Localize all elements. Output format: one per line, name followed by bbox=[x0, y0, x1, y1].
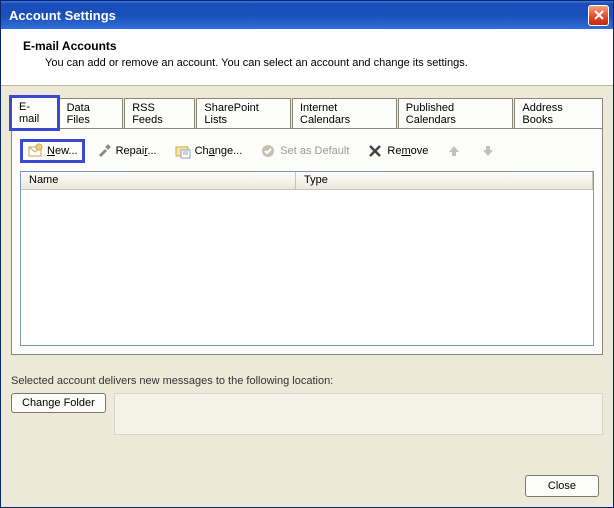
remove-label: Remove bbox=[387, 145, 428, 157]
remove-button[interactable]: Remove bbox=[360, 139, 435, 163]
tools-icon bbox=[96, 143, 112, 159]
move-down-button bbox=[473, 139, 503, 163]
column-name[interactable]: Name bbox=[21, 172, 296, 189]
header-title: E-mail Accounts bbox=[23, 39, 599, 53]
header-subtitle: You can add or remove an account. You ca… bbox=[45, 57, 599, 69]
titlebar: Account Settings bbox=[1, 1, 613, 29]
delivery-folder-box bbox=[114, 393, 603, 435]
change-label: Change... bbox=[195, 145, 243, 157]
tab-published-calendars[interactable]: Published Calendars bbox=[398, 98, 514, 129]
bottom-bar: Close bbox=[525, 475, 599, 497]
close-icon bbox=[594, 10, 604, 20]
change-button[interactable]: Change... bbox=[168, 139, 250, 163]
remove-x-icon bbox=[367, 143, 383, 159]
tab-label: Internet Calendars bbox=[300, 102, 350, 126]
tab-panel-email: New... Repair... Change... Set as Defaul… bbox=[11, 128, 603, 355]
tab-label: RSS Feeds bbox=[132, 102, 163, 126]
tab-bar: E-mail Data Files RSS Feeds SharePoint L… bbox=[1, 86, 613, 128]
tab-internet-calendars[interactable]: Internet Calendars bbox=[292, 98, 397, 129]
tab-label: E-mail bbox=[19, 101, 39, 125]
check-circle-icon bbox=[260, 143, 276, 159]
window-title: Account Settings bbox=[9, 8, 116, 23]
tab-label: SharePoint Lists bbox=[204, 102, 258, 126]
tab-label: Address Books bbox=[522, 102, 562, 126]
folder-row: Change Folder bbox=[11, 393, 603, 435]
folder-properties-icon bbox=[175, 143, 191, 159]
tab-sharepoint-lists[interactable]: SharePoint Lists bbox=[196, 98, 291, 129]
column-type[interactable]: Type bbox=[296, 172, 593, 189]
window-close-button[interactable] bbox=[588, 5, 609, 26]
close-label: Close bbox=[548, 480, 576, 492]
new-button[interactable]: New... bbox=[20, 139, 85, 163]
toolbar: New... Repair... Change... Set as Defaul… bbox=[20, 137, 594, 171]
close-button[interactable]: Close bbox=[525, 475, 599, 497]
list-header: Name Type bbox=[21, 172, 593, 190]
account-settings-window: Account Settings E-mail Accounts You can… bbox=[0, 0, 614, 508]
tab-email[interactable]: E-mail bbox=[11, 97, 58, 129]
repair-button[interactable]: Repair... bbox=[89, 139, 164, 163]
header-panel: E-mail Accounts You can add or remove an… bbox=[1, 29, 613, 86]
arrow-down-icon bbox=[480, 143, 496, 159]
change-folder-button[interactable]: Change Folder bbox=[11, 393, 106, 413]
tab-rss-feeds[interactable]: RSS Feeds bbox=[124, 98, 195, 129]
delivery-location-text: Selected account delivers new messages t… bbox=[11, 375, 603, 387]
set-default-label: Set as Default bbox=[280, 145, 349, 157]
tab-data-files[interactable]: Data Files bbox=[59, 98, 124, 129]
change-folder-label: Change Folder bbox=[22, 397, 95, 409]
set-default-button: Set as Default bbox=[253, 139, 356, 163]
arrow-up-icon bbox=[446, 143, 462, 159]
tab-label: Data Files bbox=[67, 102, 90, 126]
accounts-list[interactable]: Name Type bbox=[20, 171, 594, 346]
new-label: New... bbox=[47, 145, 78, 157]
tab-label: Published Calendars bbox=[406, 102, 456, 126]
repair-label: Repair... bbox=[116, 145, 157, 157]
new-mail-icon bbox=[27, 143, 43, 159]
move-up-button bbox=[439, 139, 469, 163]
tab-address-books[interactable]: Address Books bbox=[514, 98, 603, 129]
